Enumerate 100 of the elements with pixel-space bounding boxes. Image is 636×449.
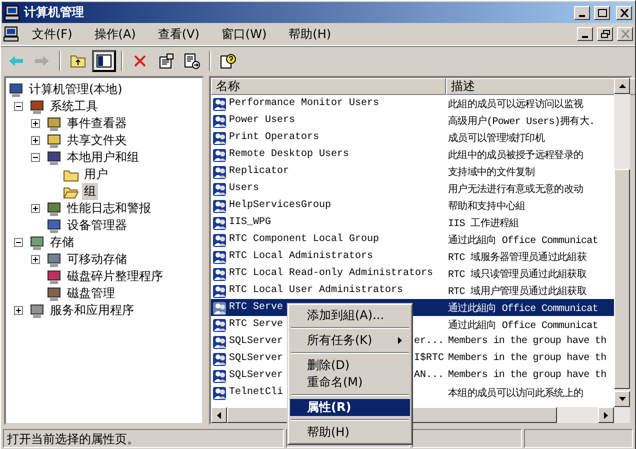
group-name[interactable]: Power Users — [229, 115, 296, 126]
group-name[interactable]: Performance Monitor Users — [229, 98, 380, 109]
tree-item[interactable]: 用户 — [82, 166, 110, 183]
expand-icon[interactable] — [31, 119, 40, 128]
user-group-icon — [212, 248, 228, 264]
group-description: 用户无法进行有意或无意的改动 — [448, 182, 584, 196]
group-description: 通过此組向 Office Communicat — [448, 234, 598, 246]
tree-item[interactable]: 共享文件夹 — [65, 132, 129, 149]
group-name[interactable]: AN... — [414, 370, 446, 381]
expand-icon[interactable] — [31, 204, 40, 213]
expand-icon[interactable] — [14, 306, 23, 315]
group-name[interactable]: SQLServer — [229, 370, 284, 381]
menu-item[interactable]: 属性(R) — [290, 399, 410, 416]
collapse-icon[interactable] — [14, 238, 23, 247]
group-name[interactable]: RTC Local User Administrators — [229, 285, 404, 296]
tree-item[interactable]: 存储 — [48, 234, 76, 251]
tree-item[interactable]: 磁盘管理 — [65, 285, 117, 302]
tree-item[interactable]: 事件查看器 — [65, 115, 129, 132]
group-name[interactable]: RTC Serve — [229, 319, 284, 330]
tree-item[interactable]: 计算机管理(本地) — [27, 81, 124, 98]
menu-item[interactable]: 帮助(H) — [280, 24, 340, 44]
group-description: Members in the group have th — [448, 370, 606, 381]
group-name[interactable]: TelnetCli — [229, 387, 284, 398]
user-group-icon — [212, 334, 228, 350]
window-title: 计算机管理 — [24, 4, 85, 21]
minimize-button[interactable] — [577, 27, 593, 41]
menu-item[interactable]: 所有任务(K) — [290, 332, 410, 349]
group-name[interactable]: IIS_WPG — [229, 217, 272, 228]
menu-item[interactable]: 窗口(W) — [212, 24, 276, 44]
group-description: RTC 域只读管理员通过此組获取 — [448, 268, 586, 280]
forward-arrow-icon — [34, 54, 50, 66]
group-name[interactable]: SQLServer — [229, 336, 284, 347]
user-group-icon — [212, 180, 228, 196]
tree-item[interactable]: 系统工具 — [48, 98, 100, 115]
tree-item[interactable]: 服务和应用程序 — [48, 302, 136, 319]
menu-item[interactable]: 文件(F) — [23, 24, 82, 44]
collapse-icon[interactable] — [14, 102, 23, 111]
tree-item[interactable]: 磁盘碎片整理程序 — [65, 268, 165, 285]
user-group-icon — [212, 198, 228, 214]
computer-icon — [3, 26, 19, 42]
group-name[interactable]: RTC Local Administrators — [229, 251, 374, 262]
menu-item[interactable]: 添加到組(A)... — [290, 307, 410, 324]
group-name[interactable]: RTC Serve — [229, 302, 284, 313]
close-button[interactable] — [616, 6, 632, 20]
group-description: 支持域中的文件复制 — [448, 166, 535, 178]
maximize-button[interactable] — [594, 6, 610, 20]
menu-item[interactable]: 查看(V) — [148, 24, 208, 44]
folder-up-icon — [70, 52, 86, 68]
restore-button[interactable] — [597, 27, 613, 41]
status-text: 打开当前选择的属性页。 — [3, 429, 284, 448]
column-header[interactable]: 名称 — [211, 78, 446, 95]
vertical-scrollbar[interactable] — [614, 78, 630, 407]
group-description: 本组的成员可以访问此系统上的 — [448, 386, 584, 400]
properties-icon — [158, 52, 174, 68]
close-icon — [620, 30, 630, 38]
expand-icon[interactable] — [31, 255, 40, 264]
column-header[interactable]: 描述 — [446, 78, 635, 95]
group-description: 成员可以管理域打印机 — [448, 132, 545, 144]
user-group-icon — [212, 164, 228, 180]
group-name[interactable]: Remote Desktop Users — [229, 149, 350, 160]
user-group-icon — [212, 266, 228, 282]
group-name[interactable]: Print Operators — [229, 132, 320, 143]
group-name[interactable]: SQLServer — [229, 353, 284, 364]
toolbar-button[interactable] — [92, 50, 116, 72]
menu-item[interactable]: 删除(D) — [290, 357, 410, 374]
tree-item[interactable]: 本地用户和组 — [65, 149, 141, 166]
collapse-icon[interactable] — [31, 153, 40, 162]
user-group-icon — [212, 316, 228, 332]
left-arrow-icon — [217, 412, 221, 418]
group-name[interactable]: er... — [414, 336, 446, 347]
tree-item[interactable]: 性能日志和警报 — [65, 200, 153, 217]
user-group-icon — [212, 368, 228, 384]
tree-item[interactable]: 设备管理器 — [65, 217, 129, 234]
tree-item[interactable]: 可移动存储 — [65, 251, 129, 268]
menu-item[interactable]: 帮助(H) — [290, 424, 410, 441]
panel-icon — [96, 54, 112, 68]
user-group-icon — [212, 350, 228, 366]
group-name[interactable]: I$RTC — [414, 353, 446, 364]
group-description: 此组中的成员被授予远程登录的 — [448, 148, 584, 162]
group-description: 此組的成员可以远程访问以监视 — [448, 98, 584, 110]
user-group-icon — [212, 214, 228, 230]
user-group-icon — [212, 130, 228, 146]
user-group-icon — [212, 282, 228, 298]
menu-item[interactable]: 操作(A) — [85, 24, 145, 44]
menu-item[interactable]: 重命名(M) — [290, 374, 410, 391]
group-name[interactable]: RTC Local Read-only Administrators — [229, 268, 434, 279]
expand-icon[interactable] — [31, 136, 40, 145]
group-description: Members in the group have th — [448, 336, 606, 347]
back-arrow-icon — [8, 54, 24, 66]
close-button[interactable] — [617, 27, 633, 41]
close-icon — [620, 8, 628, 16]
group-name[interactable]: HelpServicesGroup — [229, 200, 332, 211]
delete-icon — [133, 54, 147, 68]
group-name[interactable]: Users — [229, 183, 260, 194]
minimize-icon — [579, 14, 585, 16]
group-description: 帮助和支持中心組 — [448, 200, 526, 212]
group-name[interactable]: RTC Component Local Group — [229, 234, 380, 245]
group-name[interactable]: Replicator — [229, 166, 290, 177]
tree-item[interactable]: 组 — [82, 183, 98, 200]
minimize-button[interactable] — [574, 6, 590, 20]
